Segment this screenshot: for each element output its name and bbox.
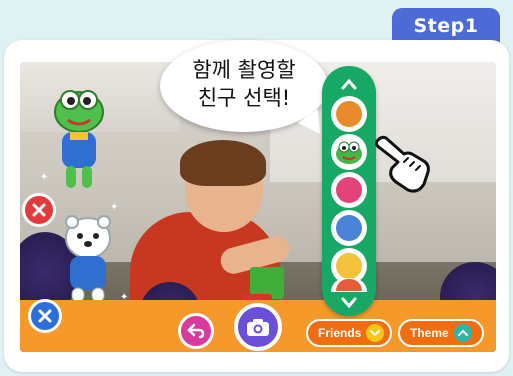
character-slot-3[interactable] [331, 172, 367, 208]
character-slot-6[interactable] [331, 278, 367, 292]
character-slot-1[interactable] [331, 96, 367, 132]
penguin-character-icon [336, 215, 362, 241]
child-hair [180, 140, 266, 186]
bird-character-icon [336, 177, 362, 203]
theme-label: Theme [410, 326, 449, 340]
remove-sticker-button-2[interactable] [28, 299, 62, 333]
frog-character-icon [336, 141, 362, 164]
sparkle-icon: ✦ [110, 202, 119, 213]
character-partial-icon [336, 279, 362, 291]
theme-button[interactable]: Theme [398, 319, 484, 347]
bubble-line-1: 함께 촬영할 [192, 58, 296, 82]
chevron-down-icon [366, 324, 385, 342]
chevron-down-icon[interactable] [339, 292, 359, 312]
back-button[interactable] [178, 313, 214, 349]
character-slot-4[interactable] [331, 210, 367, 246]
step-tab: Step1 [392, 8, 500, 44]
frog-sticker [54, 90, 104, 188]
camera-icon [247, 319, 269, 336]
undo-arrow-icon [187, 323, 205, 339]
polar-bear-sticker [65, 215, 111, 303]
friends-label: Friends [318, 326, 362, 340]
pointing-hand-icon [374, 135, 430, 193]
friends-button[interactable]: Friends [306, 319, 392, 347]
bubble-line-2: 친구 선택! [197, 86, 291, 110]
chevron-up-icon[interactable] [339, 74, 359, 94]
sparkle-icon: ✦ [40, 172, 49, 183]
character-slot-2[interactable] [331, 134, 367, 170]
character-selector-panel [322, 66, 376, 316]
group-characters-icon [336, 253, 362, 279]
character-red-icon [336, 101, 362, 127]
close-icon [32, 203, 46, 217]
capture-button[interactable] [234, 303, 282, 351]
step-label: Step1 [413, 15, 479, 37]
close-icon [38, 309, 52, 323]
chevron-up-icon [453, 324, 472, 342]
remove-sticker-button[interactable] [22, 193, 56, 227]
